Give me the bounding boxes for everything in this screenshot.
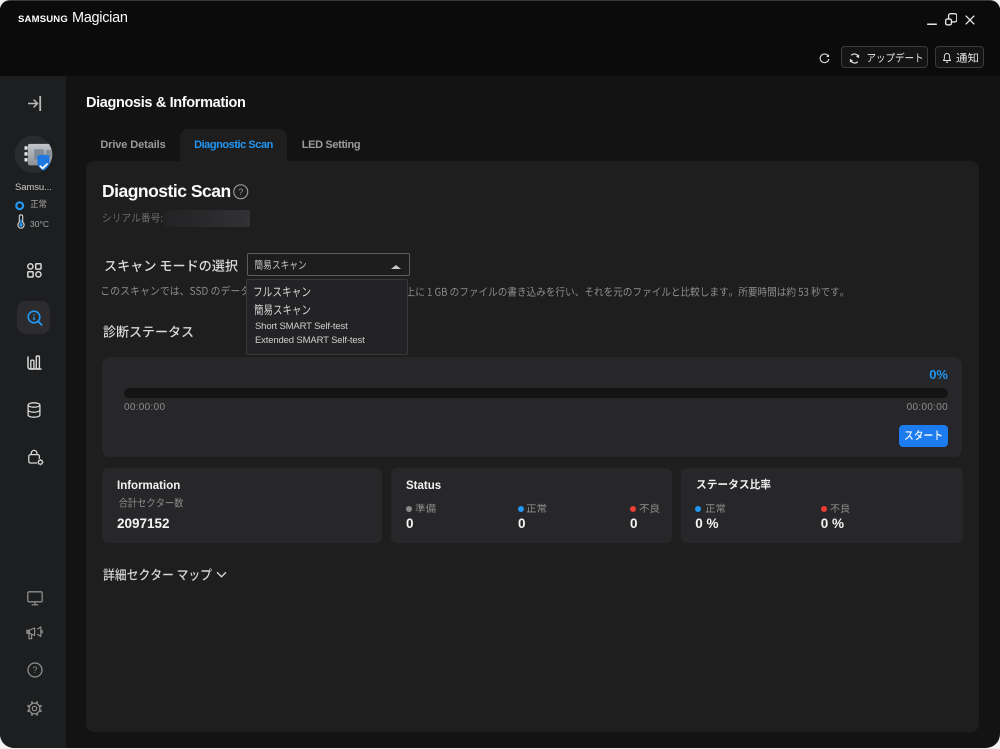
- svg-text:?: ?: [238, 187, 243, 197]
- svg-text:?: ?: [32, 665, 37, 675]
